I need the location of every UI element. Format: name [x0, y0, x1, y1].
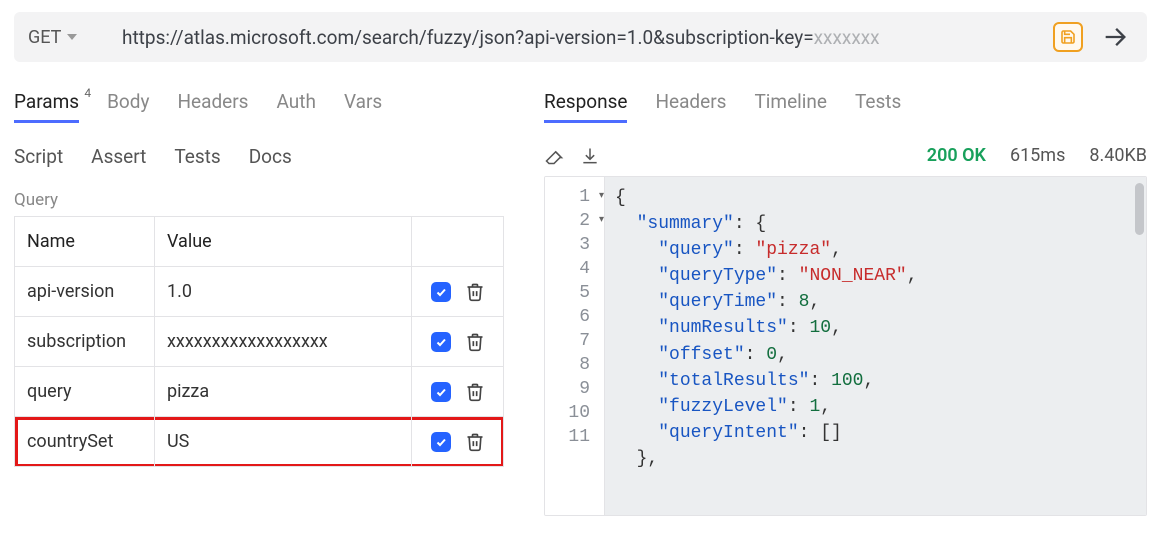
col-name: Name: [15, 217, 155, 267]
param-value-cell[interactable]: 1.0: [155, 267, 412, 317]
response-time: 615ms: [1010, 145, 1065, 166]
save-icon: [1060, 29, 1076, 45]
trash-icon: [465, 382, 485, 402]
eraser-icon: [544, 146, 564, 166]
delete-param-button[interactable]: [465, 332, 485, 352]
param-value-cell[interactable]: US: [155, 417, 412, 467]
clear-response-button[interactable]: [544, 146, 564, 166]
check-icon: [435, 286, 447, 298]
param-name-cell[interactable]: countrySet: [15, 417, 155, 467]
table-row: subscriptionxxxxxxxxxxxxxxxxxx: [15, 317, 504, 367]
check-icon: [435, 386, 447, 398]
download-response-button[interactable]: [580, 146, 600, 166]
param-actions: [412, 417, 504, 467]
query-section-label: Query: [14, 190, 504, 210]
enable-checkbox[interactable]: [431, 332, 451, 352]
request-url-bar: GET https://atlas.microsoft.com/search/f…: [14, 12, 1147, 62]
param-name-cell[interactable]: subscription: [15, 317, 155, 367]
params-count-badge: 4: [84, 86, 91, 100]
request-tabs: Params 4 Body Headers Auth Vars: [14, 90, 504, 123]
scrollbar-thumb[interactable]: [1135, 183, 1144, 235]
url-input[interactable]: https://atlas.microsoft.com/search/fuzzy…: [122, 26, 1039, 49]
check-icon: [435, 436, 447, 448]
chevron-down-icon: [67, 34, 77, 40]
tab-req-headers[interactable]: Headers: [177, 90, 248, 123]
col-actions: [412, 217, 504, 267]
trash-icon: [465, 332, 485, 352]
query-params-table: Name Value api-version1.0subscriptionxxx…: [14, 216, 504, 467]
subtab-assert[interactable]: Assert: [91, 145, 146, 168]
param-actions: [412, 317, 504, 367]
subtab-docs[interactable]: Docs: [249, 145, 292, 168]
enable-checkbox[interactable]: [431, 432, 451, 452]
send-request-button[interactable]: [1097, 23, 1133, 51]
download-icon: [580, 146, 600, 166]
param-value-cell[interactable]: pizza: [155, 367, 412, 417]
subtab-tests[interactable]: Tests: [174, 145, 220, 168]
table-row: api-version1.0: [15, 267, 504, 317]
delete-param-button[interactable]: [465, 382, 485, 402]
http-method-label: GET: [28, 27, 61, 48]
col-value: Value: [155, 217, 412, 267]
http-method-selector[interactable]: GET: [28, 27, 108, 48]
response-size: 8.40KB: [1089, 145, 1147, 166]
response-tabs: Response Headers Timeline Tests: [544, 90, 1147, 123]
delete-param-button[interactable]: [465, 282, 485, 302]
line-gutter: 1234567891011: [545, 177, 605, 515]
delete-param-button[interactable]: [465, 432, 485, 452]
tab-resp-headers[interactable]: Headers: [655, 90, 726, 123]
param-name-cell[interactable]: api-version: [15, 267, 155, 317]
table-row: countrySetUS: [15, 417, 504, 467]
enable-checkbox[interactable]: [431, 382, 451, 402]
param-actions: [412, 267, 504, 317]
param-value-cell[interactable]: xxxxxxxxxxxxxxxxxx: [155, 317, 412, 367]
tab-timeline[interactable]: Timeline: [754, 90, 827, 123]
tab-response[interactable]: Response: [544, 90, 627, 123]
response-body-editor[interactable]: 1234567891011 { "summary": { "query": "p…: [544, 176, 1147, 516]
trash-icon: [465, 282, 485, 302]
url-masked: xxxxxxx: [814, 26, 880, 49]
subtab-script[interactable]: Script: [14, 145, 63, 168]
tab-body[interactable]: Body: [107, 90, 149, 123]
tab-params-label: Params: [14, 90, 79, 113]
response-meta: 200 OK 615ms 8.40KB: [927, 145, 1147, 166]
tab-params[interactable]: Params 4: [14, 90, 79, 123]
tab-vars[interactable]: Vars: [344, 90, 382, 123]
request-subtabs: Script Assert Tests Docs: [14, 145, 504, 168]
trash-icon: [465, 432, 485, 452]
table-row: querypizza: [15, 367, 504, 417]
save-button[interactable]: [1053, 22, 1083, 52]
code-content: { "summary": { "query": "pizza", "queryT…: [605, 177, 1146, 515]
param-name-cell[interactable]: query: [15, 367, 155, 417]
enable-checkbox[interactable]: [431, 282, 451, 302]
url-text: https://atlas.microsoft.com/search/fuzzy…: [122, 26, 814, 49]
status-badge: 200 OK: [927, 145, 986, 166]
arrow-right-icon: [1101, 23, 1129, 51]
param-actions: [412, 367, 504, 417]
tab-auth[interactable]: Auth: [276, 90, 315, 123]
check-icon: [435, 336, 447, 348]
tab-resp-tests[interactable]: Tests: [855, 90, 901, 123]
